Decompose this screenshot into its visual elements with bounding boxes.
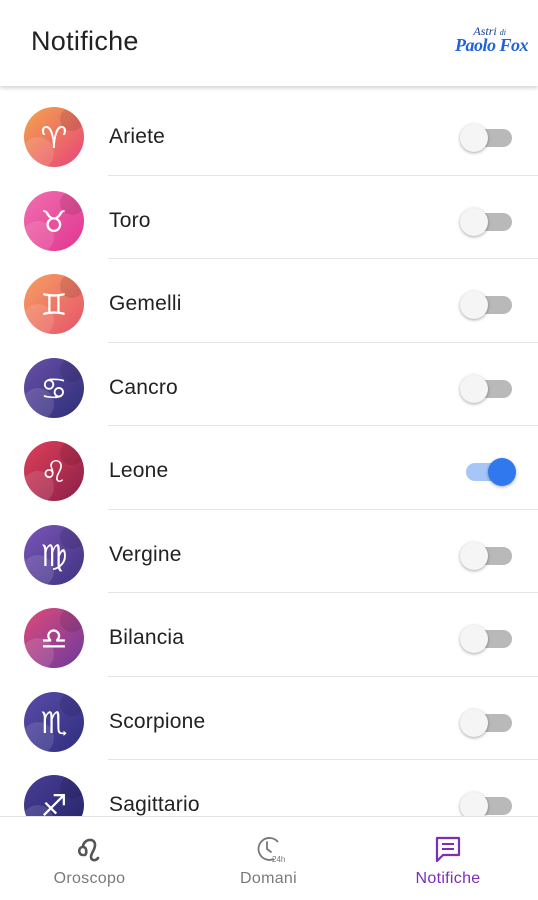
svg-text:♐: ♐ [41, 789, 68, 816]
aries-icon: ♈ [24, 107, 84, 167]
svg-text:♍: ♍ [41, 539, 68, 574]
notification-toggle[interactable] [460, 291, 516, 319]
bottom-navigation: Oroscopo 24h Domani Notifiche [0, 816, 538, 900]
app-bar: Notifiche Astri di Paolo Fox [0, 0, 538, 86]
notification-toggle[interactable] [460, 541, 516, 570]
sign-label: Leone [109, 459, 169, 482]
sign-label: Toro [109, 208, 151, 232]
toggle-thumb [460, 291, 488, 319]
sign-label: Bilancia [109, 626, 185, 649]
toggle-thumb [460, 708, 488, 737]
svg-text:♋: ♋ [41, 372, 68, 407]
toggle-thumb [460, 625, 488, 653]
toggle-thumb [460, 374, 488, 403]
sign-label: Scorpione [109, 709, 206, 733]
list-item[interactable]: ♌ Leone [0, 426, 538, 510]
svg-text:♈: ♈ [41, 121, 68, 156]
nav-label: Domani [240, 870, 297, 887]
clock-24h-icon: 24h [257, 837, 285, 864]
nav-item-oroscopo[interactable]: Oroscopo [0, 817, 179, 900]
brand-logo: Astri di Paolo Fox [448, 24, 529, 60]
list-item[interactable]: ♋ Cancro [0, 343, 538, 426]
sign-label: Vergine [109, 542, 182, 566]
toggle-thumb [460, 124, 488, 152]
list-item[interactable]: ♊ Gemelli [0, 259, 538, 343]
virgo-icon: ♍ [24, 524, 84, 585]
toggle-thumb [488, 458, 516, 486]
toggle-thumb [460, 792, 488, 816]
taurus-icon: ♉ [24, 190, 84, 251]
notification-toggle[interactable] [460, 792, 516, 816]
chat-icon [435, 836, 461, 863]
svg-text:♏: ♏ [41, 706, 68, 741]
nav-item-domani[interactable]: 24h Domani [179, 817, 358, 900]
sign-label: Cancro [109, 375, 178, 399]
notification-toggle[interactable] [460, 374, 516, 403]
leo-icon: ♌ [24, 441, 84, 501]
sign-label: Sagittario [109, 793, 200, 816]
notification-toggle[interactable] [460, 458, 516, 486]
notification-toggle[interactable] [460, 124, 516, 152]
toggle-thumb [460, 541, 488, 570]
notification-toggle[interactable] [460, 207, 516, 236]
list-item[interactable]: ♐ Sagittario [0, 760, 538, 816]
libra-icon: ♎ [24, 608, 84, 668]
notification-list: ♈ Ariete ♉ Toro ♊ Gemelli ♋ Cancro ♌ Leo… [0, 92, 538, 816]
nav-label: Notifiche [415, 870, 481, 887]
notification-toggle[interactable] [460, 708, 516, 737]
notification-toggle[interactable] [460, 625, 516, 653]
gemini-icon: ♊ [24, 274, 84, 334]
sign-label: Gemelli [109, 292, 182, 315]
leo-icon [77, 838, 99, 862]
nav-item-notifiche[interactable]: Notifiche [358, 817, 538, 900]
list-item[interactable]: ♈ Ariete [0, 92, 538, 176]
sign-label: Ariete [109, 125, 166, 148]
list-item[interactable]: ♍ Vergine [0, 510, 538, 593]
list-item[interactable]: ♏ Scorpione [0, 677, 538, 760]
list-item[interactable]: ♎ Bilancia [0, 593, 538, 677]
svg-text:♉: ♉ [41, 205, 68, 240]
svg-text:♌: ♌ [41, 455, 68, 490]
sagittarius-icon: ♐ [24, 775, 84, 816]
svg-text:24h: 24h [272, 855, 285, 864]
svg-text:♊: ♊ [41, 288, 68, 323]
list-item[interactable]: ♉ Toro [0, 176, 538, 259]
logo-line2: Paolo Fox [454, 35, 529, 55]
scorpio-icon: ♏ [24, 691, 84, 752]
nav-label: Oroscopo [53, 870, 126, 887]
svg-text:♎: ♎ [41, 622, 68, 657]
toggle-thumb [460, 207, 488, 236]
cancer-icon: ♋ [24, 357, 84, 418]
page-title: Notifiche [31, 26, 139, 56]
